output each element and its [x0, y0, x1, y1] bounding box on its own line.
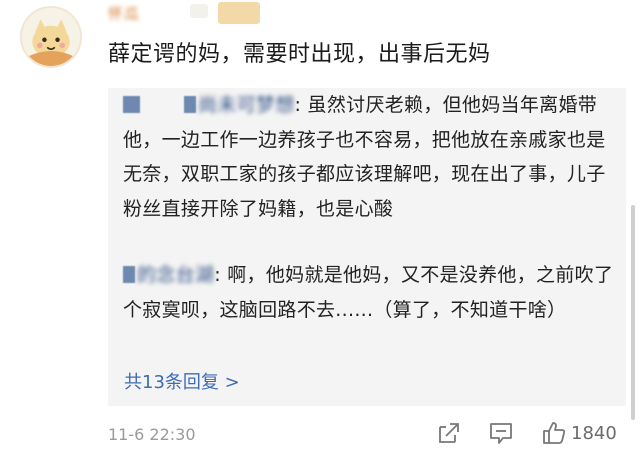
like-button[interactable]	[541, 420, 567, 446]
thumbs-up-icon	[543, 422, 566, 444]
mosaic-mark	[123, 96, 140, 113]
comment-time: 11-6 22:30	[108, 425, 196, 444]
avatar[interactable]	[20, 6, 82, 68]
reply-user[interactable]: 尚未可梦想	[123, 94, 295, 116]
reply-box: 尚未可梦想: 虽然讨厌老赖，但他妈当年离婚带他，一边工作一边养孩子也不容易，把他…	[108, 88, 626, 406]
comment-text: 薛定谔的妈，需要时出现，出事后无妈	[108, 42, 491, 67]
mosaic-mark	[184, 96, 196, 113]
comment-icon	[490, 423, 512, 444]
cartoon-avatar-icon	[22, 8, 80, 66]
comment-username[interactable]: 怀瓜	[108, 3, 140, 24]
mosaic-mark	[123, 266, 135, 283]
like-count: 1840	[571, 423, 617, 444]
reply-user[interactable]: 的念台湖	[123, 264, 214, 286]
share-icon	[439, 423, 459, 443]
comment-button[interactable]	[488, 420, 514, 446]
name-mask	[218, 2, 260, 24]
reply-item: 尚未可梦想: 虽然讨厌老赖，但他妈当年离婚带他，一边工作一边养孩子也不容易，把他…	[123, 88, 618, 226]
scrollbar[interactable]	[631, 205, 635, 420]
name-mask	[190, 4, 208, 18]
reply-item: 的念台湖: 啊，他妈就是他妈，又不是没养他，之前吹了个寂寞呗，这脑回路不去...…	[123, 258, 618, 327]
more-replies-link[interactable]: 共13条回复 >	[124, 368, 240, 394]
share-button[interactable]	[436, 420, 462, 446]
